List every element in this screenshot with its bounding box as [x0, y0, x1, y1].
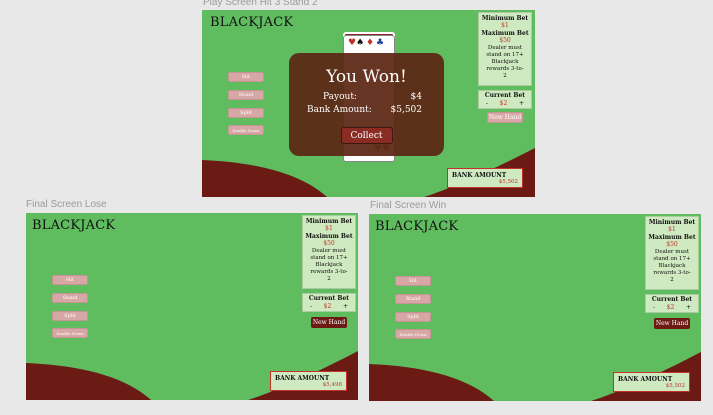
frame-lose: BLACKJACK Hit Stand Split Double Down Mi… [26, 213, 358, 400]
bank-amount-label: BANK AMOUNT [618, 376, 673, 383]
bank-amount-box: BANK AMOUNT $5,502 [613, 372, 690, 392]
bank-amount-box: BANK AMOUNT $5,498 [270, 371, 347, 391]
frame-hit3: BLACKJACK Hit Stand Split Double Down ♥ … [202, 10, 535, 197]
bank-amount-value: $5,502 [665, 383, 685, 389]
bank-amount-label: BANK AMOUNT [452, 172, 507, 179]
frame-label-hit3: Play Screen Hit 3 Stand 2 [203, 0, 318, 8]
frame-label-win: Final Screen Win [370, 200, 447, 211]
bank-amount-box: BANK AMOUNT $5,502 [447, 168, 523, 188]
bank-amount-label: BANK AMOUNT [275, 375, 330, 382]
frame-win: BLACKJACK Hit Stand Split Double Down Mi… [369, 214, 701, 401]
bank-amount-value: $5,498 [322, 382, 342, 388]
frame-label-lose: Final Screen Lose [26, 199, 107, 210]
bank-amount-value: $5,502 [498, 179, 518, 185]
